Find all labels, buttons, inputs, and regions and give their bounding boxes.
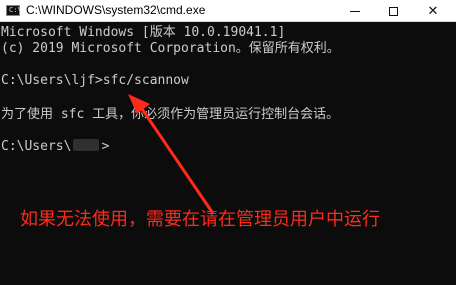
cmd-window: C:\ C:\WINDOWS\system32\cmd.exe ✕ Micros… — [0, 0, 456, 285]
annotation-arrow — [128, 94, 214, 214]
annotation-text: 如果无法使用，需要在请在管理员用户中运行 — [20, 209, 380, 230]
